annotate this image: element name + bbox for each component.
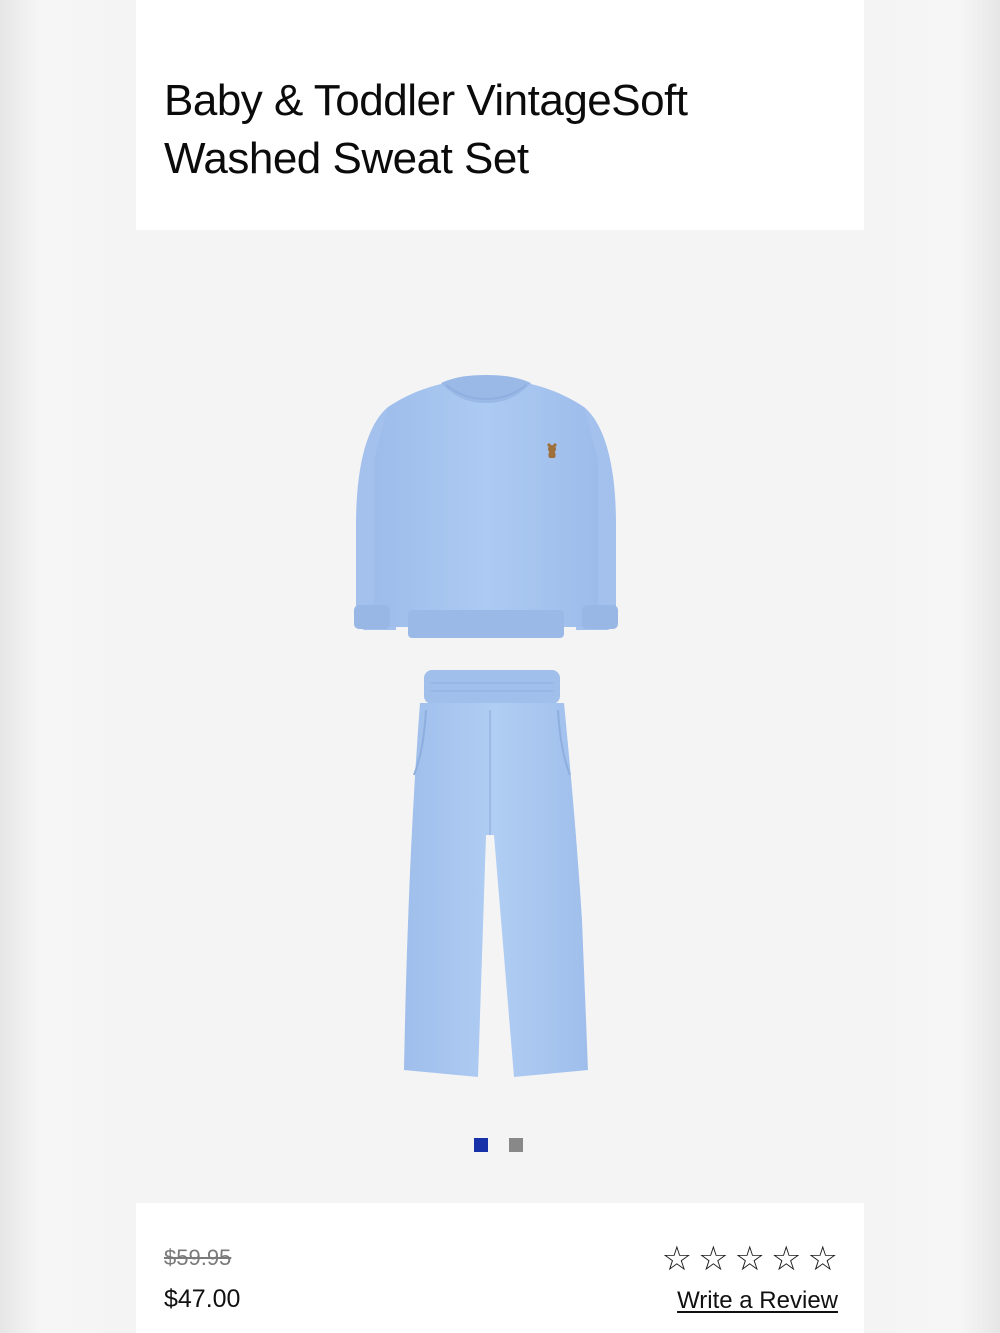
star-icon[interactable]: ☆: [771, 1239, 801, 1279]
product-footer: $59.95 $47.00 ☆ ☆ ☆ ☆ ☆ Write a Review: [136, 1203, 864, 1333]
star-icon[interactable]: ☆: [698, 1239, 728, 1279]
product-page: Baby & Toddler VintageSoft Washed Sweat …: [136, 0, 864, 1333]
gallery-dot-1[interactable]: [474, 1138, 488, 1152]
original-price: $59.95: [164, 1245, 232, 1270]
product-image[interactable]: [336, 365, 636, 1080]
sale-price: $47.00: [164, 1285, 241, 1313]
rating-stars[interactable]: ☆ ☆ ☆ ☆ ☆: [662, 1239, 838, 1279]
star-icon[interactable]: ☆: [808, 1239, 838, 1279]
gallery-pagination: [474, 1138, 523, 1152]
star-icon[interactable]: ☆: [735, 1239, 765, 1279]
sweatshirt: [354, 375, 618, 638]
product-title: Baby & Toddler VintageSoft Washed Sweat …: [164, 76, 688, 183]
star-icon[interactable]: ☆: [662, 1239, 692, 1279]
product-image-gallery[interactable]: [136, 230, 864, 1203]
sweatpants: [404, 670, 588, 1077]
gallery-dot-2[interactable]: [509, 1138, 523, 1152]
write-review-link[interactable]: Write a Review: [677, 1287, 838, 1315]
product-header: Baby & Toddler VintageSoft Washed Sweat …: [136, 0, 864, 230]
